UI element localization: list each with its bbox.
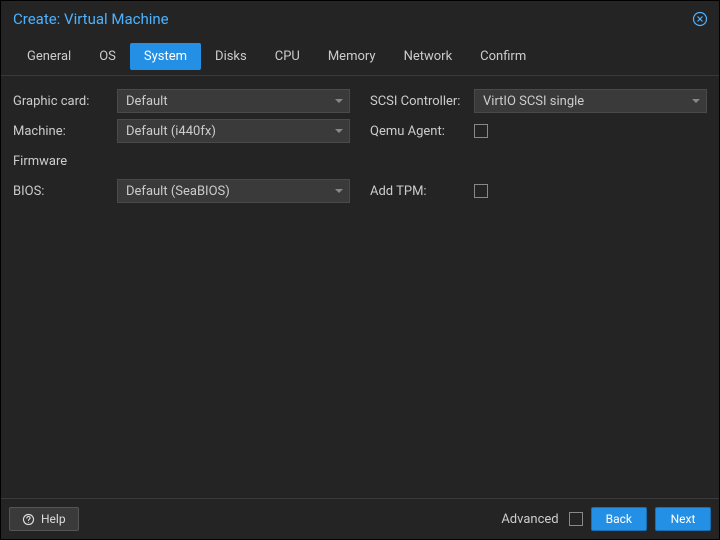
spacer-row [370,146,707,176]
chevron-down-icon [335,99,343,103]
tab-os[interactable]: OS [85,43,130,70]
help-icon [22,513,35,526]
wizard-window: Create: Virtual Machine General OS Syste… [0,0,720,540]
add-tpm-checkbox[interactable] [474,184,488,198]
qemu-agent-label: Qemu Agent: [370,124,474,139]
tab-general[interactable]: General [13,43,85,70]
window-title: Create: Virtual Machine [13,10,169,28]
row-add-tpm: Add TPM: [370,176,707,206]
tab-confirm[interactable]: Confirm [466,43,540,70]
help-button-label: Help [41,512,66,526]
row-qemu-agent: Qemu Agent: [370,116,707,146]
row-bios: BIOS: Default (SeaBIOS) [13,176,350,206]
scsi-label: SCSI Controller: [370,94,474,109]
back-button[interactable]: Back [591,507,647,531]
footer: Help Advanced Back Next [1,499,719,539]
advanced-label: Advanced [501,512,558,527]
chevron-down-icon [335,129,343,133]
content-area: Graphic card: Default Machine: Default (… [1,75,719,499]
help-button[interactable]: Help [9,507,79,531]
scsi-value: VirtIO SCSI single [483,94,584,109]
row-graphic-card: Graphic card: Default [13,86,350,116]
next-button[interactable]: Next [655,507,711,531]
graphic-card-value: Default [126,94,168,109]
machine-label: Machine: [13,124,117,139]
advanced-checkbox[interactable] [569,512,583,526]
graphic-card-select[interactable]: Default [117,89,350,113]
tab-disks[interactable]: Disks [201,43,261,70]
row-scsi: SCSI Controller: VirtIO SCSI single [370,86,707,116]
add-tpm-label: Add TPM: [370,184,474,199]
tab-memory[interactable]: Memory [314,43,390,70]
footer-left: Help [9,507,79,531]
left-column: Graphic card: Default Machine: Default (… [13,86,350,488]
chevron-down-icon [335,189,343,193]
right-column: SCSI Controller: VirtIO SCSI single Qemu… [370,86,707,488]
chevron-down-icon [692,99,700,103]
tab-system[interactable]: System [130,43,201,70]
tab-cpu[interactable]: CPU [261,43,314,70]
graphic-card-label: Graphic card: [13,94,117,109]
machine-select[interactable]: Default (i440fx) [117,119,350,143]
wizard-tabs: General OS System Disks CPU Memory Netwo… [1,37,719,75]
bios-label: BIOS: [13,184,117,199]
row-machine: Machine: Default (i440fx) [13,116,350,146]
titlebar: Create: Virtual Machine [1,1,719,37]
bios-select[interactable]: Default (SeaBIOS) [117,179,350,203]
qemu-agent-checkbox[interactable] [474,124,488,138]
scsi-select[interactable]: VirtIO SCSI single [474,89,707,113]
close-icon[interactable] [691,10,709,28]
firmware-section-title: Firmware [13,148,67,175]
machine-value: Default (i440fx) [126,124,216,139]
tab-network[interactable]: Network [390,43,467,70]
footer-right: Advanced Back Next [501,507,711,531]
bios-value: Default (SeaBIOS) [126,184,230,199]
row-firmware-header: Firmware [13,146,350,176]
